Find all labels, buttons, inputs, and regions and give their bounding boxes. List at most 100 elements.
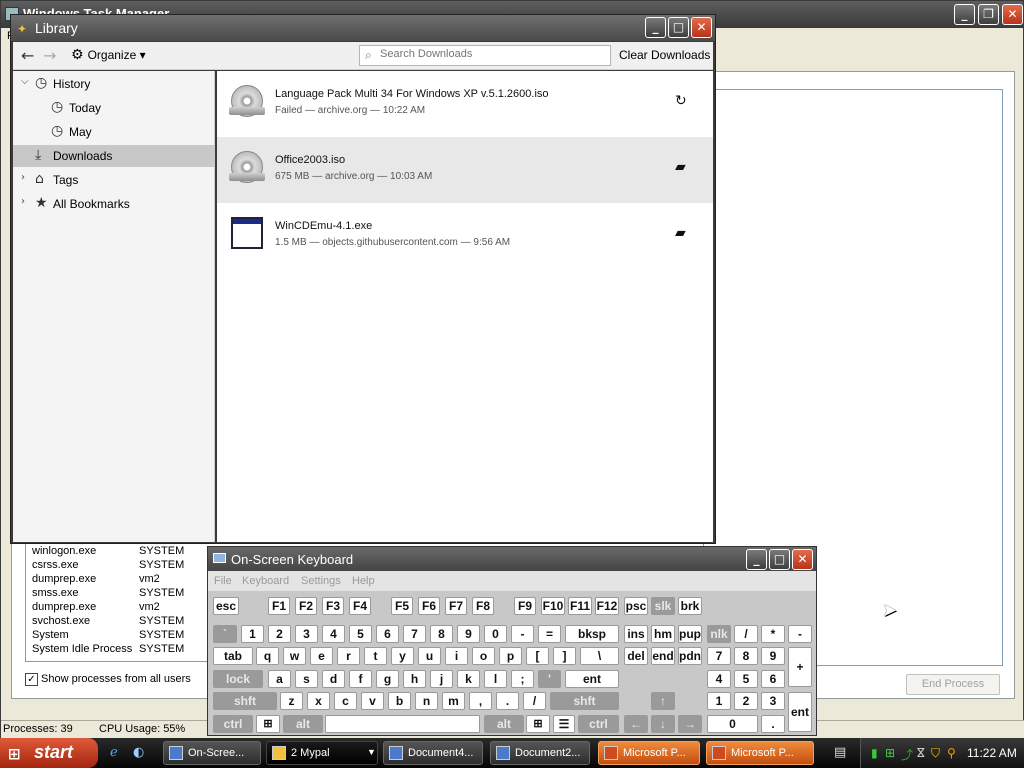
key-n[interactable]: n <box>415 692 438 710</box>
key-2[interactable]: 2 <box>268 625 291 643</box>
key-f11[interactable]: F11 <box>568 597 592 615</box>
table-row[interactable]: smss.exe SYSTEM <box>32 587 211 601</box>
list-item[interactable]: WinCDEmu-4.1.exe 1.5 MB — objects.github… <box>217 203 713 269</box>
key-f6[interactable]: F6 <box>418 597 440 615</box>
key-f9[interactable]: F9 <box>514 597 536 615</box>
key-right-arrow[interactable]: → <box>678 715 702 733</box>
key-numpad-5[interactable]: 5 <box>734 670 758 688</box>
sidebar-item-may[interactable]: ◷ May <box>13 121 215 143</box>
chevron-right-icon[interactable]: › <box>21 196 25 207</box>
key-numpad-7[interactable]: 7 <box>707 647 731 665</box>
key-equals[interactable]: = <box>538 625 561 643</box>
task-button-microsoft-p-2[interactable]: Microsoft P... <box>706 741 814 765</box>
key-right-ctrl[interactable]: ctrl <box>578 715 619 733</box>
key-numpad-0[interactable]: 0 <box>707 715 758 733</box>
key-f12[interactable]: F12 <box>595 597 619 615</box>
back-arrow-icon[interactable]: ← <box>21 46 34 65</box>
key-backspace[interactable]: bksp <box>565 625 619 643</box>
end-process-button[interactable]: End Process <box>906 674 1000 695</box>
osk-menu-settings[interactable]: Settings <box>301 575 341 587</box>
key-down-arrow[interactable]: ↓ <box>651 715 675 733</box>
key-numpad-divide[interactable]: / <box>734 625 758 643</box>
folder-icon[interactable]: ▰ <box>675 225 686 241</box>
key-space[interactable] <box>325 715 480 733</box>
key-home[interactable]: hm <box>651 625 675 643</box>
library-titlebar[interactable]: ✦ Library _ □ ✕ <box>11 15 715 41</box>
table-row[interactable]: dumprep.exe vm2 <box>32 573 211 587</box>
key-0[interactable]: 0 <box>484 625 507 643</box>
key-p[interactable]: p <box>499 647 522 665</box>
key-f2[interactable]: F2 <box>295 597 317 615</box>
key-numpad-3[interactable]: 3 <box>761 692 785 710</box>
key-right-shift[interactable]: shft <box>550 692 619 710</box>
osk-menu-keyboard[interactable]: Keyboard <box>242 575 289 587</box>
key-t[interactable]: t <box>364 647 387 665</box>
sidebar-item-today[interactable]: ◷ Today <box>13 97 215 119</box>
key-numpad-6[interactable]: 6 <box>761 670 785 688</box>
key-o[interactable]: o <box>472 647 495 665</box>
key-numpad-9[interactable]: 9 <box>761 647 785 665</box>
key-backslash[interactable]: \ <box>580 647 619 665</box>
retry-icon[interactable]: ↻ <box>675 93 687 109</box>
key-1[interactable]: 1 <box>241 625 264 643</box>
list-item[interactable]: Office2003.iso 675 MB — archive.org — 10… <box>217 137 713 203</box>
key-enter[interactable]: ent <box>565 670 619 688</box>
key-left-shift[interactable]: shft <box>213 692 277 710</box>
windows-logo-icon[interactable]: ⊞ <box>526 715 550 733</box>
key-f8[interactable]: F8 <box>472 597 494 615</box>
key-d[interactable]: d <box>322 670 345 688</box>
task-button-document2[interactable]: Document2... <box>490 741 590 765</box>
task-button-on-screen-keyboard[interactable]: On-Scree... <box>163 741 261 765</box>
table-row[interactable]: System Idle Process SYSTEM <box>32 643 211 657</box>
osk-minimize-button[interactable]: _ <box>746 549 767 570</box>
table-row[interactable]: csrss.exe SYSTEM <box>32 559 211 573</box>
key-i[interactable]: i <box>445 647 468 665</box>
key-slash[interactable]: / <box>523 692 546 710</box>
key-numpad-multiply[interactable]: * <box>761 625 785 643</box>
key-a[interactable]: a <box>268 670 291 688</box>
checkbox-box[interactable]: ✓ <box>25 673 38 686</box>
key-y[interactable]: y <box>391 647 414 665</box>
chevron-right-icon[interactable]: › <box>21 172 25 183</box>
key-left-ctrl[interactable]: ctrl <box>213 715 253 733</box>
key-page-up[interactable]: pup <box>678 625 702 643</box>
network-icon[interactable]: ⊞ <box>885 746 895 760</box>
key-psc[interactable]: psc <box>624 597 648 615</box>
key-brk[interactable]: brk <box>678 597 702 615</box>
task-manager-minimize-button[interactable]: _ <box>954 4 975 25</box>
key-5[interactable]: 5 <box>349 625 372 643</box>
key-f4[interactable]: F4 <box>349 597 371 615</box>
safely-remove-icon[interactable]: ⤴ <box>901 746 913 763</box>
folder-icon[interactable]: ▰ <box>675 159 686 175</box>
key-f10[interactable]: F10 <box>541 597 565 615</box>
key-semicolon[interactable]: ; <box>511 670 534 688</box>
key-f3[interactable]: F3 <box>322 597 344 615</box>
keyboard-layout-icon[interactable]: ▤ <box>834 745 846 760</box>
key-numpad-4[interactable]: 4 <box>707 670 731 688</box>
table-row[interactable]: svchost.exe SYSTEM <box>32 615 211 629</box>
key-esc[interactable]: esc <box>213 597 239 615</box>
key-tab[interactable]: tab <box>213 647 253 665</box>
library-close-button[interactable]: ✕ <box>691 17 712 38</box>
security-shield-icon[interactable]: ⛉ <box>931 746 940 761</box>
key-numpad-decimal[interactable]: . <box>761 715 785 733</box>
key-numpad-8[interactable]: 8 <box>734 647 758 665</box>
key-numpad-subtract[interactable]: - <box>788 625 812 643</box>
key-left-arrow[interactable]: ← <box>624 715 648 733</box>
key-x[interactable]: x <box>307 692 330 710</box>
key-numpad-enter[interactable]: ent <box>788 692 812 732</box>
windows-logo-icon[interactable]: ⊞ <box>256 715 280 733</box>
key-g[interactable]: g <box>376 670 399 688</box>
bluetooth-icon[interactable]: ⴵ <box>917 746 925 760</box>
key-f[interactable]: f <box>349 670 372 688</box>
table-row[interactable]: System SYSTEM <box>32 629 211 643</box>
osk-maximize-button[interactable]: □ <box>769 549 790 570</box>
key-h[interactable]: h <box>403 670 426 688</box>
key-v[interactable]: v <box>361 692 384 710</box>
key-f1[interactable]: F1 <box>268 597 290 615</box>
key-s[interactable]: s <box>295 670 318 688</box>
key-f7[interactable]: F7 <box>445 597 467 615</box>
key-j[interactable]: j <box>430 670 453 688</box>
key-6[interactable]: 6 <box>376 625 399 643</box>
task-manager-restore-button[interactable]: ❐ <box>978 4 999 25</box>
